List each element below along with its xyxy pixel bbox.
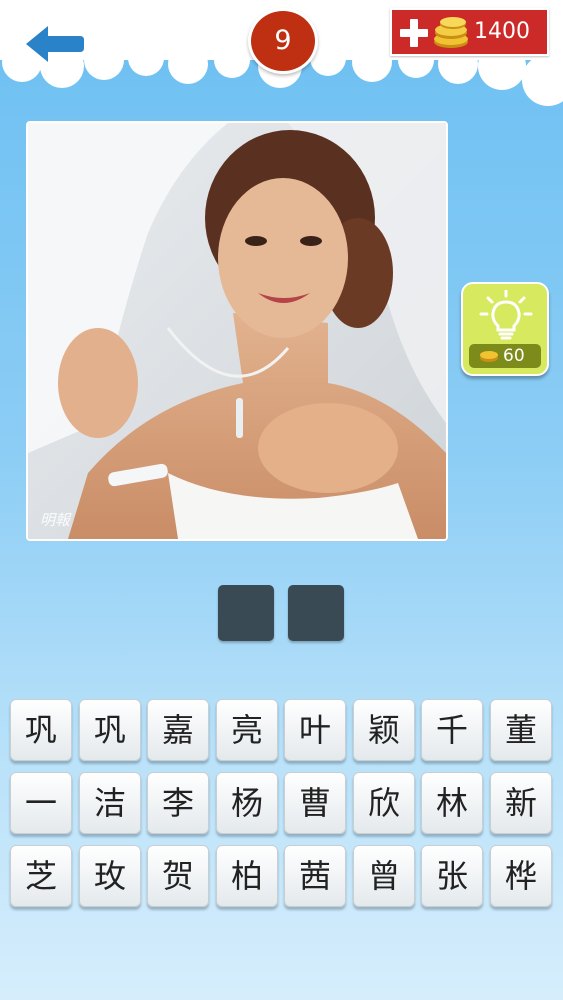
- letter-tile[interactable]: 亮: [216, 699, 278, 761]
- letter-tile[interactable]: 李: [147, 772, 209, 834]
- letter-tile[interactable]: 林: [421, 772, 483, 834]
- letter-tile[interactable]: 玫: [79, 845, 141, 907]
- letter-tile[interactable]: 洁: [79, 772, 141, 834]
- letter-tile[interactable]: 桦: [490, 845, 552, 907]
- letter-tile[interactable]: 颖: [353, 699, 415, 761]
- letter-tile[interactable]: 一: [10, 772, 72, 834]
- letter-tile[interactable]: 张: [421, 845, 483, 907]
- letter-tile[interactable]: 嘉: [147, 699, 209, 761]
- letter-tile[interactable]: 叶: [284, 699, 346, 761]
- letter-tile[interactable]: 芝: [10, 845, 72, 907]
- letter-tile[interactable]: 千: [421, 699, 483, 761]
- letter-tile[interactable]: 柏: [216, 845, 278, 907]
- letter-tile[interactable]: 贺: [147, 845, 209, 907]
- letter-tile[interactable]: 茜: [284, 845, 346, 907]
- letter-grid: 巩巩嘉亮叶颖千董一洁李杨曹欣林新芝玫贺柏茜曾张桦: [0, 0, 563, 1000]
- letter-tile[interactable]: 巩: [79, 699, 141, 761]
- letter-tile[interactable]: 曹: [284, 772, 346, 834]
- letter-tile[interactable]: 杨: [216, 772, 278, 834]
- letter-tile[interactable]: 欣: [353, 772, 415, 834]
- letter-tile[interactable]: 曾: [353, 845, 415, 907]
- letter-tile[interactable]: 新: [490, 772, 552, 834]
- letter-tile[interactable]: 巩: [10, 699, 72, 761]
- letter-tile[interactable]: 董: [490, 699, 552, 761]
